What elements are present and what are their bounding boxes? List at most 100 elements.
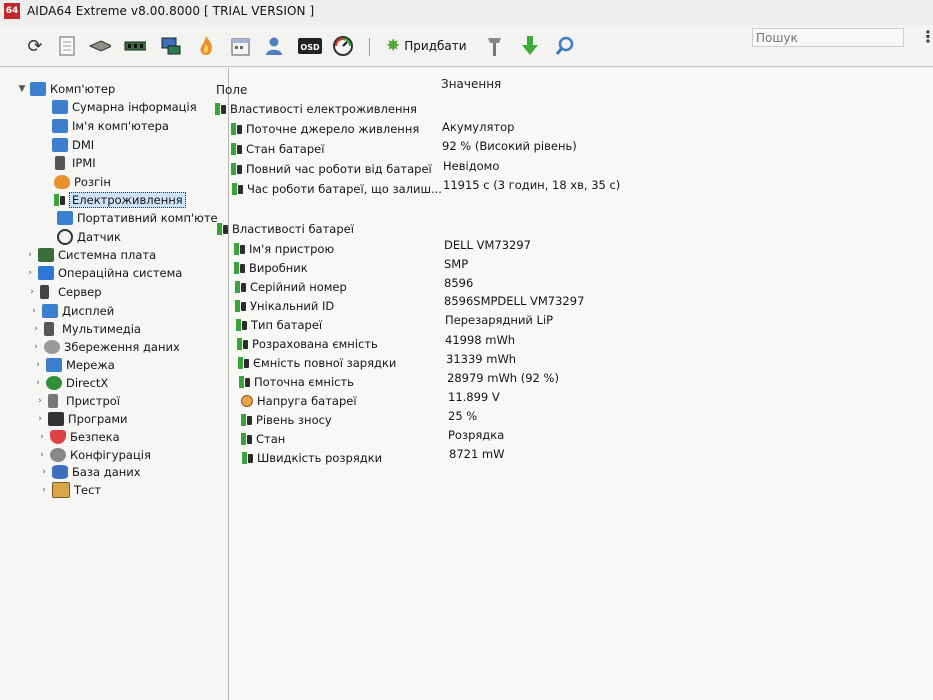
tree-item-computer[interactable]: ▼ Комп'ютер bbox=[16, 80, 115, 98]
display-icon bbox=[42, 304, 58, 318]
memory-icon[interactable] bbox=[124, 35, 146, 57]
device-icon bbox=[48, 394, 58, 408]
row-value: DELL VM73297 bbox=[444, 238, 531, 252]
table-row[interactable]: Швидкість розрядки bbox=[242, 449, 382, 467]
network-icon bbox=[46, 358, 62, 372]
calendar-icon[interactable] bbox=[230, 35, 252, 57]
tools-icon[interactable] bbox=[484, 35, 506, 57]
table-row[interactable]: Тип батареї bbox=[236, 316, 322, 334]
network-icon[interactable] bbox=[160, 35, 182, 57]
battery-plug-icon bbox=[215, 102, 227, 116]
column-header-value[interactable]: Значення bbox=[441, 77, 501, 91]
section-header[interactable]: Властивості батареї bbox=[217, 220, 354, 238]
benchmark-icon bbox=[52, 482, 70, 498]
row-value: 8596 bbox=[444, 276, 474, 290]
table-row[interactable]: Ємність повної зарядки bbox=[238, 354, 396, 372]
search-icon[interactable] bbox=[554, 35, 576, 57]
table-row[interactable]: Унікальний ID bbox=[235, 297, 334, 315]
tree-item-portable[interactable]: Портативний комп'юте bbox=[57, 209, 218, 227]
tree-item-display[interactable]: › Дисплей bbox=[28, 302, 114, 320]
user-icon[interactable] bbox=[263, 35, 285, 57]
chevron-right-icon[interactable]: › bbox=[34, 414, 46, 424]
tree-item-dmi[interactable]: DMI bbox=[52, 136, 94, 154]
download-arrow-icon[interactable] bbox=[519, 35, 541, 57]
tree-item-devices[interactable]: › Пристрої bbox=[34, 392, 120, 410]
tree-item-server[interactable]: › Сервер bbox=[26, 283, 102, 301]
tree-item-config[interactable]: › Конфігурація bbox=[36, 446, 151, 464]
tree-item-test[interactable]: › Тест bbox=[38, 481, 101, 499]
chevron-right-icon[interactable]: › bbox=[30, 342, 42, 352]
chevron-right-icon[interactable]: › bbox=[36, 450, 48, 460]
table-row[interactable]: Розрахована ємність bbox=[237, 335, 378, 353]
refresh-icon[interactable]: ⟳ bbox=[24, 35, 46, 57]
table-row[interactable]: Стан bbox=[241, 430, 285, 448]
gear-icon bbox=[50, 448, 66, 462]
tree-item-programs[interactable]: › Програми bbox=[34, 410, 128, 428]
battery-plug-icon bbox=[237, 337, 249, 351]
tree-item-power[interactable]: Електроживлення bbox=[54, 191, 186, 209]
tree-item-directx[interactable]: › DirectX bbox=[32, 374, 108, 392]
chevron-right-icon[interactable]: › bbox=[38, 485, 50, 495]
tree-item-sensor[interactable]: Датчик bbox=[57, 228, 121, 246]
tree-item-motherboard[interactable]: › Системна плата bbox=[24, 246, 156, 264]
tree-item-os[interactable]: › Операційна система bbox=[24, 264, 182, 282]
row-value: Акумулятор bbox=[442, 120, 515, 134]
tree-item-summary[interactable]: Сумарна інформація bbox=[52, 98, 197, 116]
tree-item-computer-name[interactable]: Ім'я комп'ютера bbox=[52, 117, 169, 135]
tree-item-overclock[interactable]: Розгін bbox=[54, 173, 111, 191]
battery-plug-icon bbox=[239, 375, 251, 389]
tree-item-database[interactable]: › База даних bbox=[38, 463, 141, 481]
osd-icon[interactable]: OSD bbox=[298, 35, 322, 57]
table-row[interactable]: Ім'я пристрою bbox=[234, 240, 334, 258]
row-value: Невідомо bbox=[443, 159, 500, 173]
table-row[interactable]: Серійний номер bbox=[235, 278, 347, 296]
chevron-right-icon[interactable]: › bbox=[26, 287, 38, 297]
tree-item-storage[interactable]: › Збереження даних bbox=[30, 338, 180, 356]
table-row[interactable]: Поточне джерело живлення bbox=[231, 120, 419, 138]
row-value: 92 % (Високий рівень) bbox=[442, 139, 577, 153]
buy-button-label: Придбати bbox=[404, 39, 467, 53]
tree-item-ipmi[interactable]: IPMI bbox=[52, 154, 96, 172]
windows-logo-icon bbox=[38, 266, 54, 280]
battery-plug-icon bbox=[241, 432, 253, 446]
table-row[interactable]: Виробник bbox=[234, 259, 308, 277]
monitor-icon bbox=[52, 138, 68, 152]
chevron-right-icon[interactable]: › bbox=[24, 268, 36, 278]
chevron-right-icon[interactable]: › bbox=[24, 250, 36, 260]
chevron-right-icon[interactable]: › bbox=[30, 324, 42, 334]
battery-plug-icon bbox=[231, 142, 243, 156]
chevron-right-icon[interactable]: › bbox=[36, 432, 48, 442]
gauge-icon[interactable] bbox=[332, 35, 354, 57]
table-row[interactable]: Стан батареї bbox=[231, 140, 324, 158]
flame-icon bbox=[54, 175, 70, 189]
row-value: 8596SMPDELL VM73297 bbox=[444, 294, 585, 308]
laptop-icon bbox=[57, 211, 73, 225]
chevron-right-icon[interactable]: › bbox=[28, 306, 40, 316]
table-row[interactable]: Рівень зносу bbox=[241, 411, 332, 429]
battery-plug-icon bbox=[232, 182, 244, 196]
chevron-right-icon[interactable]: › bbox=[32, 378, 44, 388]
tree-item-network[interactable]: › Мережа bbox=[32, 356, 115, 374]
chevron-right-icon[interactable]: › bbox=[38, 467, 50, 477]
section-header[interactable]: Властивості електроживлення bbox=[215, 100, 417, 118]
battery-plug-icon bbox=[242, 451, 254, 465]
flame-icon[interactable] bbox=[195, 35, 217, 57]
row-value: 11915 с (3 годин, 18 хв, 35 с) bbox=[443, 178, 621, 192]
chevron-down-icon[interactable]: ▼ bbox=[16, 84, 28, 94]
tree-item-security[interactable]: › Безпека bbox=[36, 428, 120, 446]
row-value: 41998 mWh bbox=[445, 333, 516, 347]
table-row[interactable]: Повний час роботи від батареї bbox=[231, 160, 432, 178]
search-input[interactable] bbox=[752, 28, 904, 47]
table-row[interactable]: Поточна ємність bbox=[239, 373, 354, 391]
column-header-field[interactable]: Поле bbox=[216, 83, 247, 97]
tree-item-multimedia[interactable]: › Мультимедіа bbox=[30, 320, 141, 338]
table-row[interactable]: Час роботи батареї, що залиш... bbox=[232, 180, 442, 198]
more-options-icon[interactable]: ⋮ bbox=[920, 27, 933, 46]
buy-button[interactable]: ✸ Придбати bbox=[386, 35, 467, 57]
toolbar-separator bbox=[369, 38, 370, 56]
report-icon[interactable] bbox=[56, 35, 78, 57]
chevron-right-icon[interactable]: › bbox=[34, 396, 46, 406]
table-row[interactable]: Напруга батареї bbox=[241, 392, 357, 410]
chevron-right-icon[interactable]: › bbox=[32, 360, 44, 370]
motherboard-icon[interactable] bbox=[89, 35, 111, 57]
